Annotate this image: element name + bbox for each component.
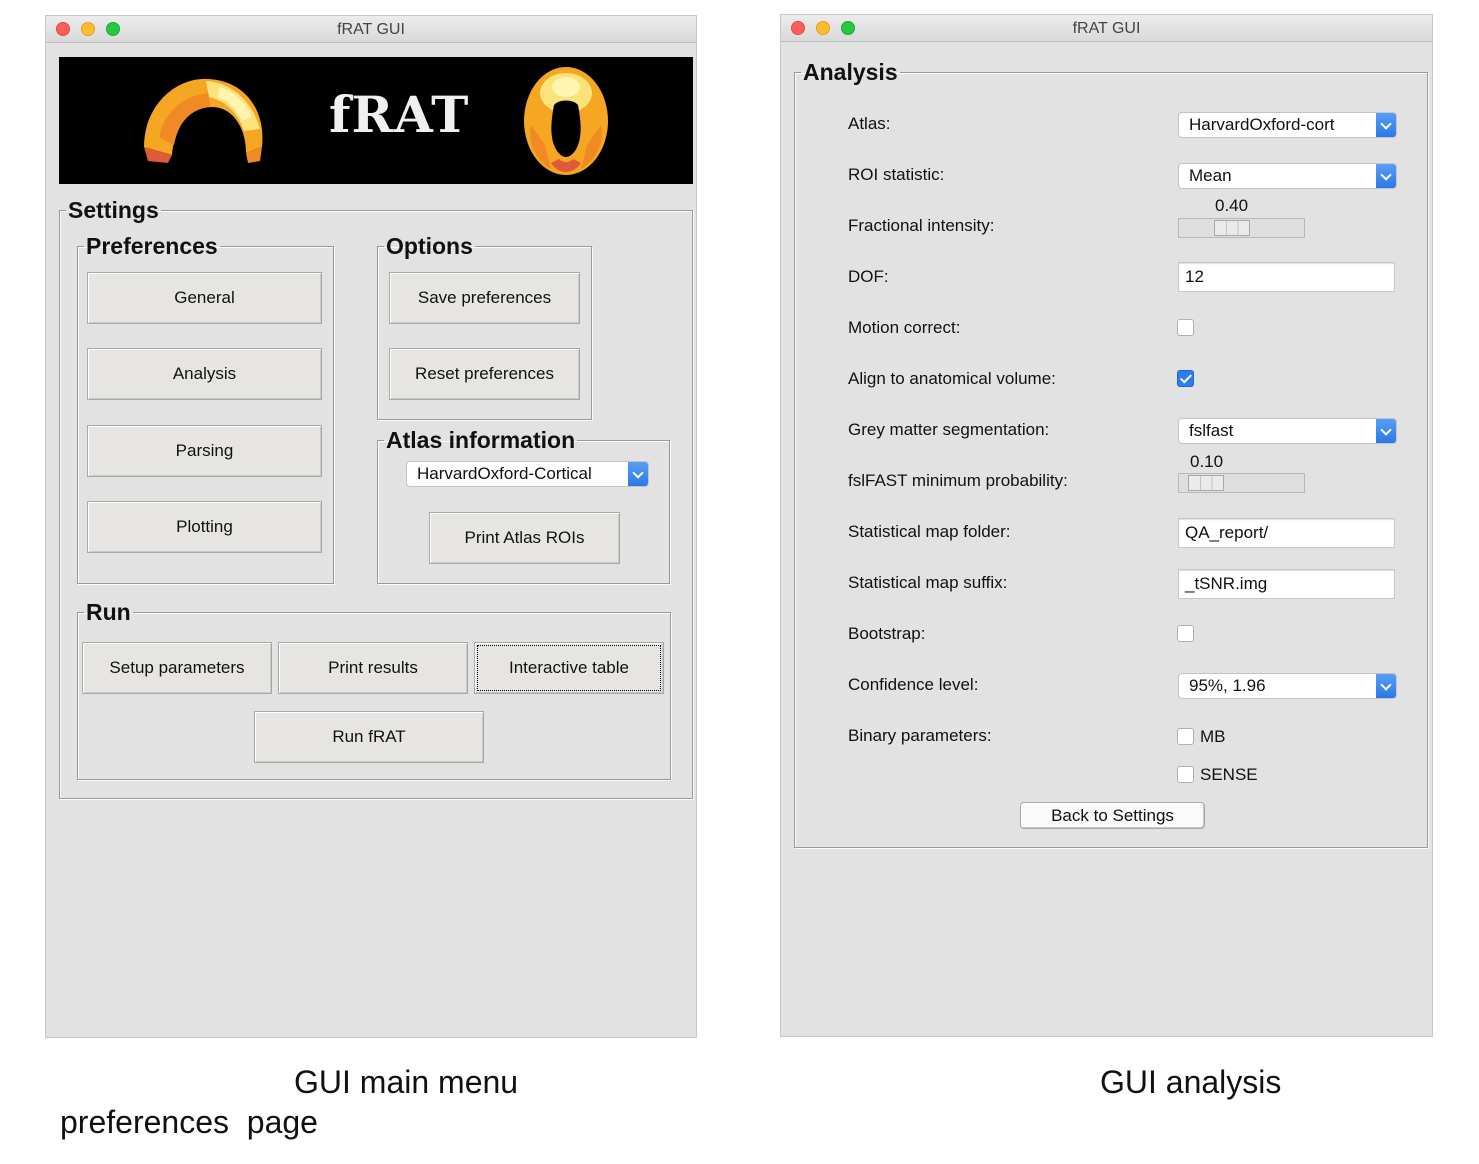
window-title: fRAT GUI [337,21,405,38]
atlas-label: Atlas: [848,114,891,133]
atlas-select-value: HarvardOxford-Cortical [417,464,592,483]
plotting-button[interactable]: Plotting [87,501,322,553]
atlas-select[interactable]: HarvardOxford-cort [1178,112,1397,138]
chevron-down-icon[interactable] [1376,164,1396,188]
brain-axial-icon [524,67,608,175]
roi-statistic-value: Mean [1189,166,1232,185]
motion-correct-checkbox[interactable] [1177,319,1194,336]
options-label: Options [386,233,473,259]
dof-label: DOF: [848,267,889,286]
window-title: fRAT GUI [1072,20,1141,37]
motion-correct-label: Motion correct: [848,318,961,337]
analysis-button[interactable]: Analysis [87,348,322,400]
frat-banner: fRAT [59,57,693,184]
setup-parameters-button[interactable]: Setup parameters [82,642,272,694]
slider-handle[interactable] [1214,220,1250,236]
atlas-select[interactable]: HarvardOxford-Cortical [406,461,649,487]
analysis-window: fRAT GUI Analysis Atlas: HarvardOxford-c… [780,14,1433,1037]
slider-handle[interactable] [1188,475,1224,491]
print-atlas-rois-button[interactable]: Print Atlas ROIs [429,512,620,564]
grey-matter-select[interactable]: fslfast [1178,418,1397,444]
save-preferences-button[interactable]: Save preferences [389,272,580,324]
preferences-caption: preferences page [60,1104,318,1140]
align-anatomical-label: Align to anatomical volume: [848,369,1056,388]
brain-sagittal-icon [144,78,263,163]
map-folder-field[interactable]: QA_report/ [1178,518,1395,548]
confidence-level-value: 95%, 1.96 [1189,676,1266,695]
parsing-button[interactable]: Parsing [87,425,322,477]
preferences-label: Preferences [86,233,218,259]
print-results-button[interactable]: Print results [278,642,468,694]
mb-checkbox[interactable] [1177,728,1194,745]
binary-parameters-label: Binary parameters: [848,726,992,745]
main-menu-caption: GUI main menu [294,1064,519,1100]
fslfast-probability-value: 0.10 [1190,452,1224,471]
banner-title: fRAT [329,85,470,144]
atlas-select-value: HarvardOxford-cort [1189,115,1335,134]
fractional-intensity-value: 0.40 [1215,196,1249,215]
run-label: Run [86,599,131,625]
reset-preferences-button[interactable]: Reset preferences [389,348,580,400]
fslfast-probability-slider[interactable] [1178,473,1305,493]
analysis-caption: GUI analysis [1100,1064,1282,1100]
fractional-intensity-slider[interactable] [1178,218,1305,238]
chevron-down-icon[interactable] [628,462,648,486]
general-button[interactable]: General [87,272,322,324]
fslfast-probability-label: fslFAST minimum probability: [848,471,1068,490]
analysis-label: Analysis [803,59,898,85]
map-suffix-field[interactable]: _tSNR.img [1178,569,1395,599]
dof-field[interactable]: 12 [1178,262,1395,292]
roi-statistic-select[interactable]: Mean [1178,163,1397,189]
atlas-information-label: Atlas information [386,427,576,453]
chevron-down-icon[interactable] [1376,113,1396,137]
main-menu-window: fRAT GUI fRAT Settings Preferences Gener… [45,15,697,1038]
confidence-level-select[interactable]: 95%, 1.96 [1178,673,1397,699]
map-folder-label: Statistical map folder: [848,522,1011,541]
bootstrap-checkbox[interactable] [1177,625,1194,642]
mb-label: MB [1200,727,1226,746]
settings-label: Settings [68,197,159,223]
back-to-settings-button[interactable]: Back to Settings [1020,802,1205,829]
bootstrap-label: Bootstrap: [848,624,926,643]
grey-matter-value: fslfast [1189,421,1234,440]
align-anatomical-checkbox[interactable] [1177,370,1194,387]
sense-checkbox[interactable] [1177,766,1194,783]
title-bar[interactable]: fRAT GUI [781,15,1432,42]
roi-statistic-label: ROI statistic: [848,165,945,184]
chevron-down-icon[interactable] [1376,674,1396,698]
interactive-table-button[interactable]: Interactive table [474,642,664,694]
title-bar[interactable]: fRAT GUI [46,16,696,43]
run-frat-button[interactable]: Run fRAT [254,711,484,763]
confidence-level-label: Confidence level: [848,675,979,694]
grey-matter-label: Grey matter segmentation: [848,420,1050,439]
map-suffix-label: Statistical map suffix: [848,573,1008,592]
chevron-down-icon[interactable] [1376,419,1396,443]
fractional-intensity-label: Fractional intensity: [848,216,995,235]
sense-label: SENSE [1200,765,1258,784]
